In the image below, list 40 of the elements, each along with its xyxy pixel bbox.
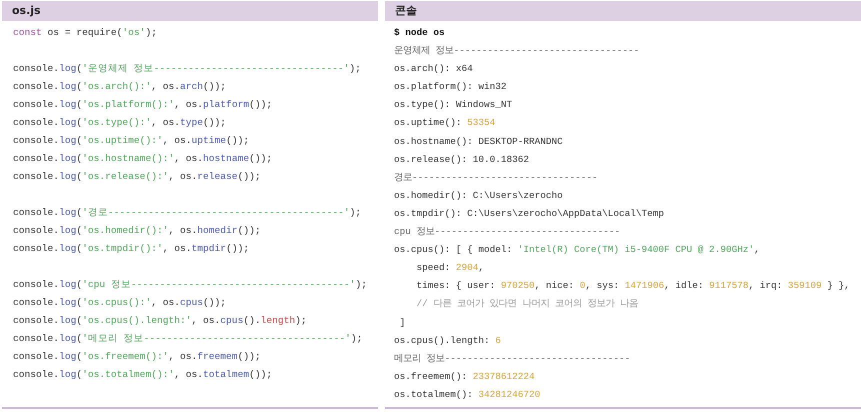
code-line: console.log('메모리 정보-----------------------------------'); bbox=[13, 332, 364, 346]
console-line: os.tmpdir(): C:\Users\zerocho\AppData\Local\Temp bbox=[394, 206, 666, 221]
console-line: cpu 정보--------------------------------- bbox=[394, 225, 622, 240]
console-line: os.arch(): x64 bbox=[394, 62, 474, 76]
console-line: os.homedir(): C:\Users\zerocho bbox=[394, 188, 564, 203]
console-line: 운영체제 정보--------------------------------- bbox=[394, 44, 640, 58]
code-line: console.log('os.release():', os.release()); bbox=[13, 170, 262, 184]
code-line: console.log('cpu 정보--------------------------------------'); bbox=[13, 278, 368, 292]
console-line: os.platform(): win32 bbox=[394, 80, 508, 94]
code-line: console.log('os.hostname():', os.hostname()); bbox=[13, 152, 274, 166]
console-line: os.cpus(): [ { model: 'Intel(R) Core(TM) i5-9400F CPU @ 2.90GHz', bbox=[394, 243, 761, 258]
code-line: console.log('os.platform():', os.platform()); bbox=[13, 98, 274, 112]
console-line: os.uptime(): 53354 bbox=[394, 116, 496, 130]
console-line: os.type(): Windows_NT bbox=[394, 98, 514, 112]
code-line: console.log('os.tmpdir():', os.tmpdir()); bbox=[13, 242, 250, 256]
code-line: console.log('os.cpus().length:', os.cpus().length); bbox=[13, 314, 308, 328]
code-line: console.log('os.homedir():', os.homedir()); bbox=[13, 224, 262, 238]
code-line: console.log('os.totalmem():', os.totalmem()); bbox=[13, 368, 274, 382]
panel-title: os.js bbox=[2, 1, 378, 21]
code-line: console.log('os.uptime():', os.uptime()); bbox=[13, 134, 250, 148]
code-line: console.log('os.type():', os.type()); bbox=[13, 116, 228, 130]
code-line: const os = require('os'); bbox=[13, 26, 158, 40]
code-line: console.log('os.cpus():', os.cpus()); bbox=[13, 296, 228, 310]
code-line: console.log('os.arch():', os.arch()); bbox=[13, 80, 228, 94]
console-line: 메모리 정보--------------------------------- bbox=[394, 352, 632, 366]
console-line: // 다른 코어가 있다면 나머지 코어의 정보가 나옴 bbox=[416, 297, 640, 312]
console-line: os.freemem(): 23378612224 bbox=[394, 370, 536, 384]
console-line: os.cpus().length: 6 bbox=[394, 334, 502, 348]
code-line: console.log('경로-----------------------------------------'); bbox=[13, 206, 362, 220]
console-line: 경로--------------------------------- bbox=[394, 170, 599, 185]
console-line: $ node os bbox=[394, 26, 446, 40]
code-line: console.log('운영체제 정보---------------------------------'); bbox=[13, 62, 362, 76]
console-line: os.totalmem(): 34281246720 bbox=[394, 388, 542, 402]
console-line: os.hostname(): DESKTOP-RRANDNC bbox=[394, 134, 564, 149]
console-line: os.release(): 10.0.18362 bbox=[394, 152, 530, 167]
console-line: times: { user: 970250, nice: 0, sys: 1471906, idle: 9117578, irq: 359109 } }, bbox=[416, 279, 851, 294]
console-line: speed: 2904, bbox=[416, 261, 486, 276]
console-line: ] bbox=[398, 316, 406, 330]
panel-title: 콘솔 bbox=[385, 1, 861, 21]
code-line: console.log('os.freemem():', os.freemem()); bbox=[13, 350, 262, 364]
